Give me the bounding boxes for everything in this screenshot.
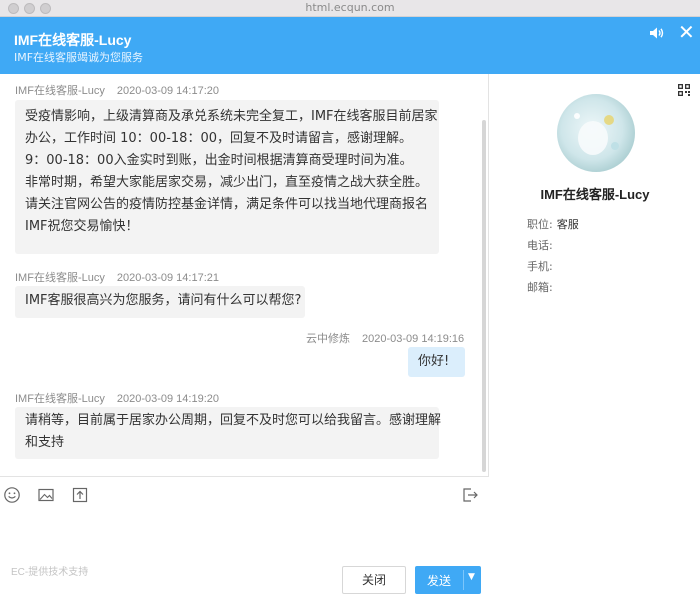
emoji-icon[interactable] (3, 486, 21, 504)
profile-label: 邮箱: (527, 281, 553, 294)
message-line: IMF客服很高兴为您服务，请问有什么可以帮您? (25, 293, 302, 308)
profile-row-position: 职位: 客服 (527, 216, 579, 232)
scrollbar[interactable] (482, 120, 486, 472)
sound-icon[interactable] (649, 25, 665, 41)
window-titlebar: html.ecqun.com (0, 0, 700, 17)
message-time: 2020-03-09 14:19:20 (116, 393, 219, 405)
image-icon[interactable] (37, 486, 55, 504)
window-url: html.ecqun.com (305, 1, 395, 14)
exit-icon[interactable] (461, 486, 479, 504)
message-bubble: IMF客服很高兴为您服务，请问有什么可以帮您? (15, 286, 305, 318)
send-divider (463, 570, 464, 590)
profile-row-mobile: 手机: (527, 258, 557, 274)
message-sender: IMF在线客服-Lucy (15, 272, 105, 284)
upload-file-icon[interactable] (71, 486, 89, 504)
message-line: 和支持 (25, 435, 65, 450)
chevron-down-icon[interactable]: ▼ (468, 572, 475, 582)
message-sender: 云中修炼 (306, 333, 350, 345)
header-title: IMF在线客服-Lucy (14, 32, 132, 48)
profile-value: 客服 (556, 218, 579, 231)
send-label: 发送 (427, 574, 452, 588)
powered-by-text: EC-提供技术支持 (11, 567, 89, 578)
message-bubble: 受疫情影响，上级清算商及承兑系统未完全复工，IMF在线客服目前居家 办公，工作时… (15, 100, 439, 254)
profile-label: 职位: (527, 218, 553, 231)
agent-profile-panel: IMF在线客服-Lucy 职位: 客服 电话: 手机: 邮箱: (490, 74, 700, 594)
agent-name: IMF在线客服-Lucy (540, 187, 650, 202)
profile-label: 手机: (527, 260, 553, 273)
message-list[interactable]: IMF在线客服-Lucy 2020-03-09 14:17:20 受疫情影响，上级… (0, 74, 489, 476)
input-toolbar (0, 476, 489, 514)
message-line: 非常时期，希望大家能居家交易，减少出门，直至疫情之战大获全胜。 (25, 175, 429, 190)
profile-row-email: 邮箱: (527, 279, 557, 295)
message-sender: IMF在线客服-Lucy (15, 85, 105, 97)
message-time: 2020-03-09 14:17:20 (116, 85, 219, 97)
message-line: 请稍等，目前属于居家办公周期，回复不及时您可以给我留言。感谢理解 (25, 413, 442, 428)
message-sender: IMF在线客服-Lucy (15, 393, 105, 405)
message-line: 办公，工作时间 10：00-18：00，回复不及时请留言，感谢理解。 (25, 131, 412, 146)
message-bubble-self: 你好! (408, 347, 465, 377)
profile-row-phone: 电话: (527, 237, 557, 253)
avatar (557, 94, 635, 172)
close-button[interactable]: 关闭 (342, 566, 406, 594)
message-time: 2020-03-09 14:19:16 (362, 333, 465, 345)
message-meta: 云中修炼 2020-03-09 14:19:16 (306, 330, 464, 346)
message-line: 9：00-18：00入金实时到账，出金时间根据清算商受理时间为准。 (25, 153, 413, 168)
message-line: 你好! (418, 354, 450, 369)
profile-label: 电话: (527, 239, 553, 252)
message-time: 2020-03-09 14:17:21 (116, 272, 219, 284)
message-bubble: 请稍等，目前属于居家办公周期，回复不及时您可以给我留言。感谢理解 和支持 (15, 407, 442, 459)
message-line: 受疫情影响，上级清算商及承兑系统未完全复工，IMF在线客服目前居家 (25, 109, 438, 124)
close-icon[interactable]: ✕ (678, 22, 695, 42)
message-meta: IMF在线客服-Lucy 2020-03-09 14:17:21 (15, 269, 231, 285)
message-meta: IMF在线客服-Lucy 2020-03-09 14:19:20 (15, 390, 231, 406)
message-line: IMF祝您交易愉快！ (25, 219, 139, 234)
chat-header: IMF在线客服-Lucy IMF在线客服竭诚为您服务 ✕ (0, 17, 700, 74)
chat-window: html.ecqun.com IMF在线客服-Lucy IMF在线客服竭诚为您服… (0, 0, 700, 594)
header-subtitle: IMF在线客服竭诚为您服务 (14, 51, 144, 64)
message-meta: IMF在线客服-Lucy 2020-03-09 14:17:20 (15, 82, 231, 98)
message-line: 请关注官网公告的疫情防控基金详情，满足条件可以找当地代理商报名 (25, 197, 429, 212)
send-button[interactable]: 发送 ▼ (415, 566, 481, 594)
qr-code-icon[interactable] (678, 84, 690, 96)
